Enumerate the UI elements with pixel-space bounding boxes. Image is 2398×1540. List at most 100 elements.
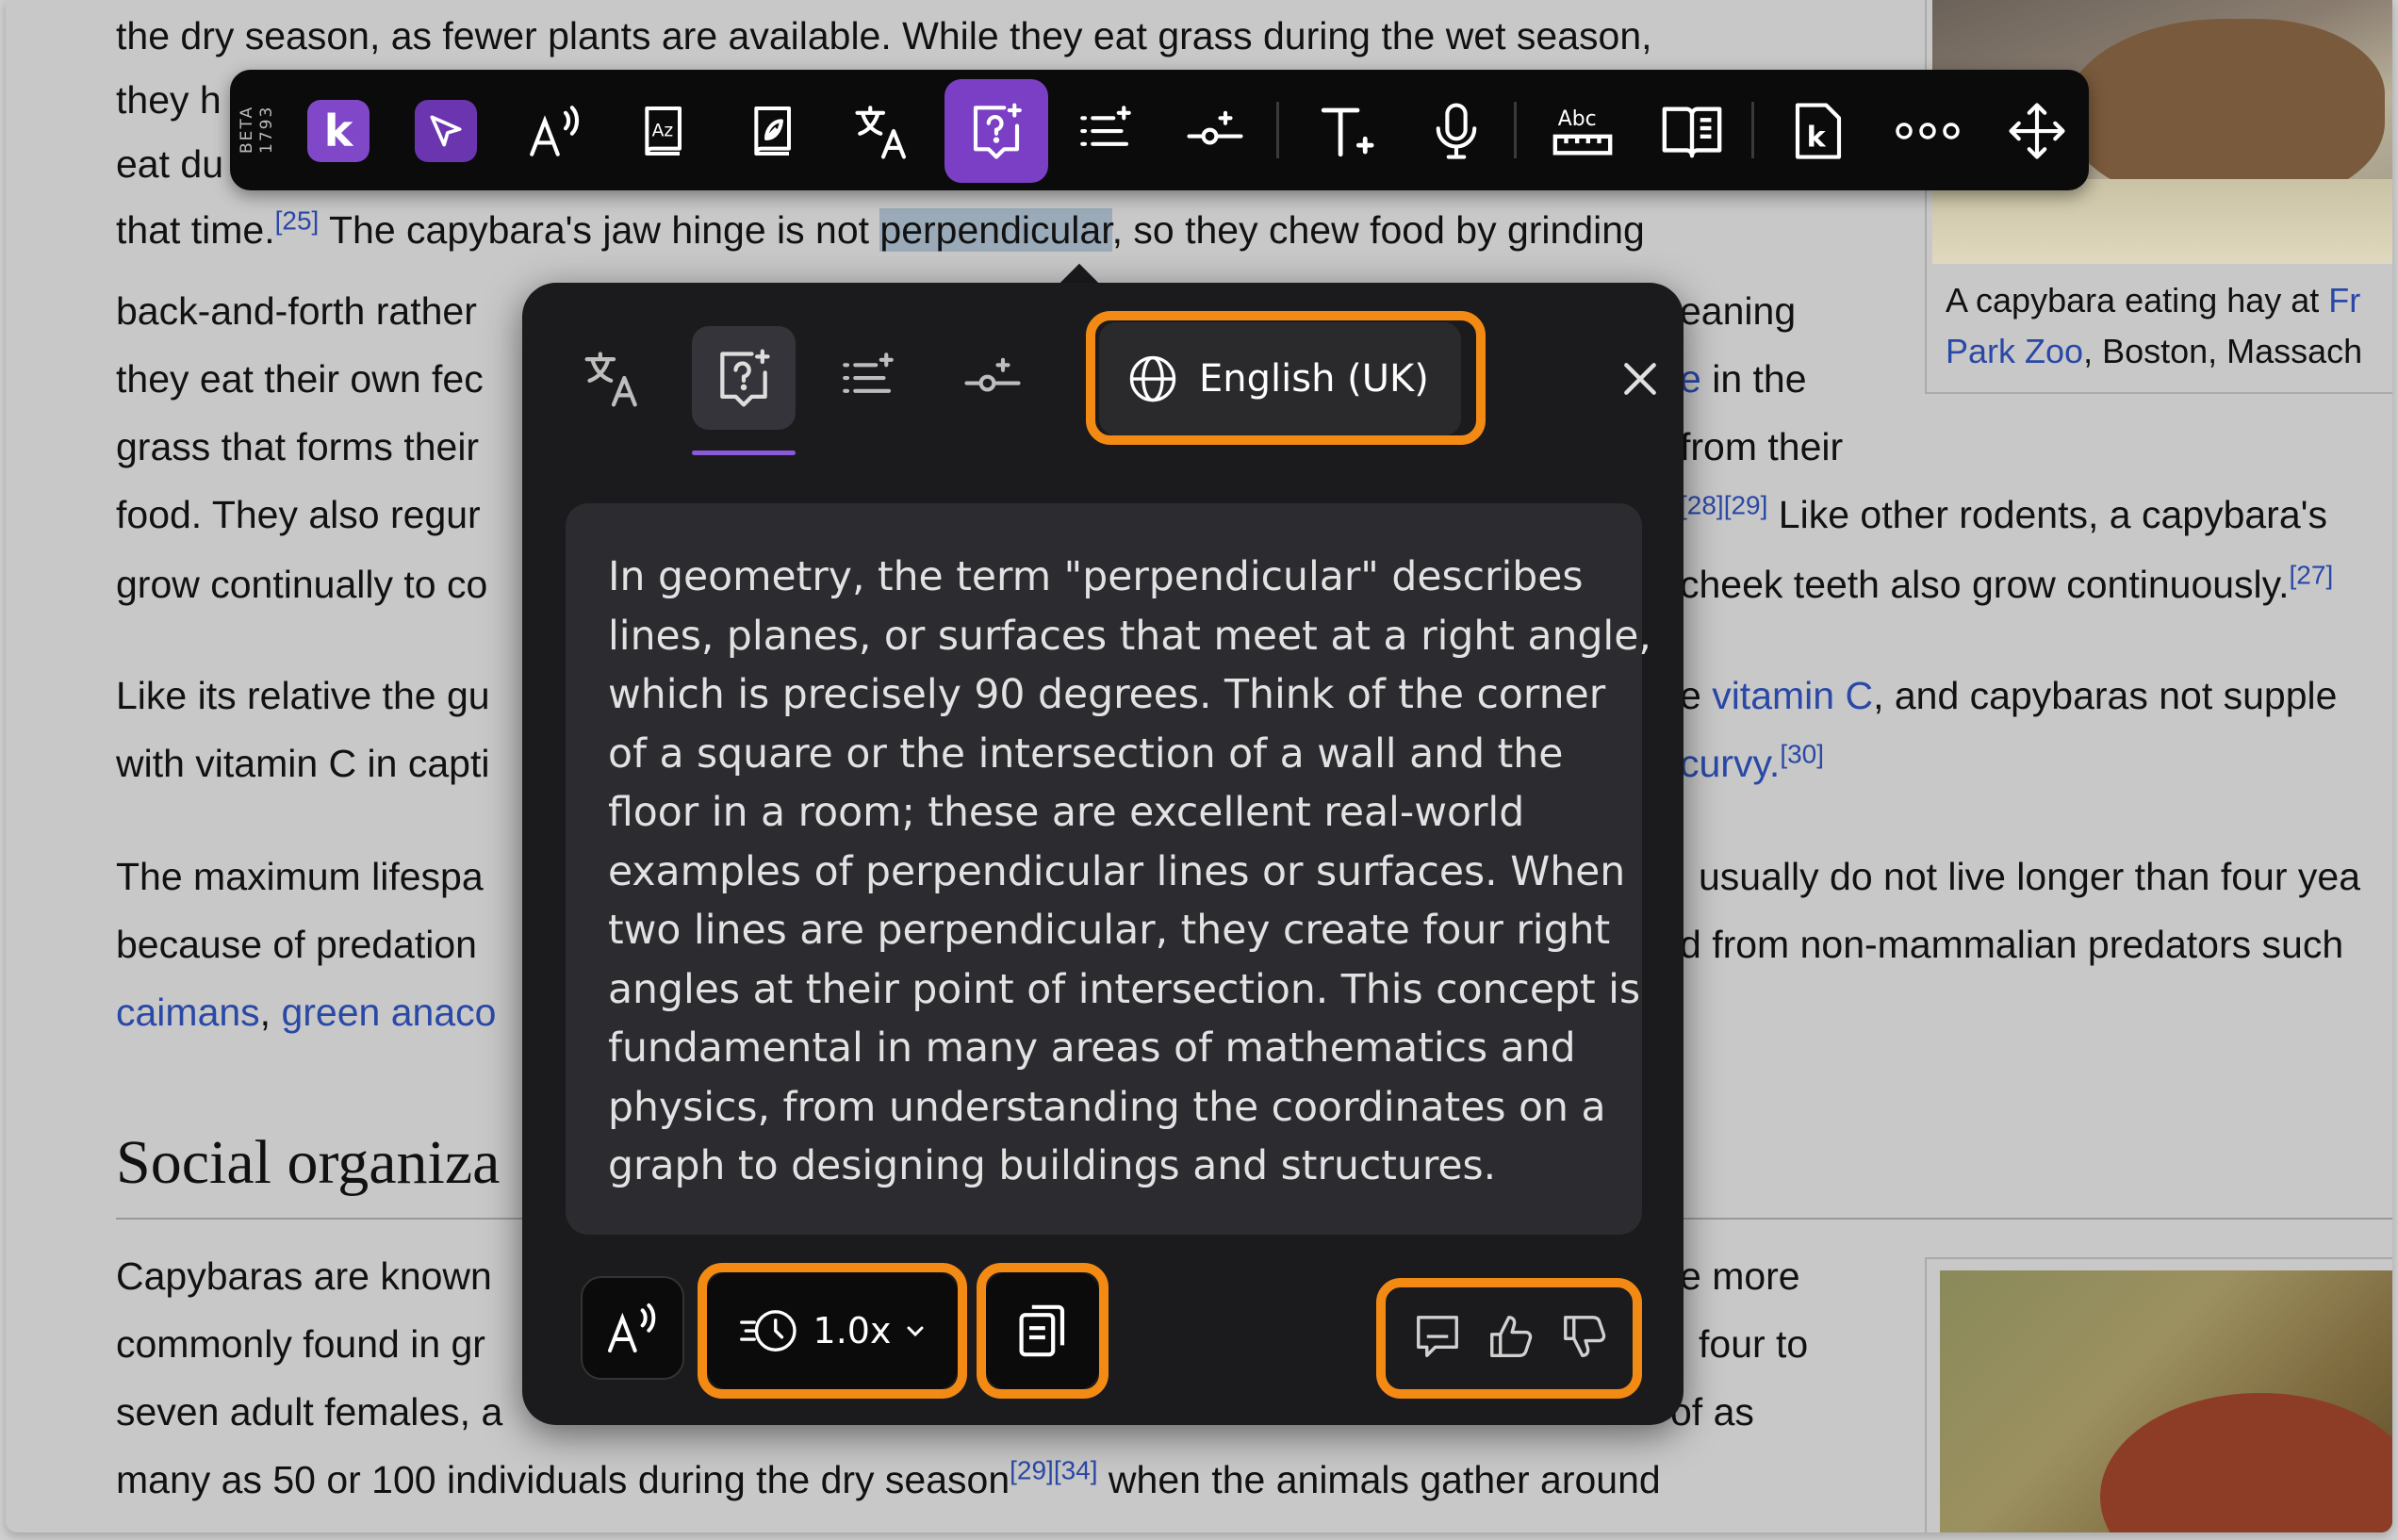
article-line: The maximum lifespa xyxy=(116,855,484,898)
citation-link[interactable]: [28][29] xyxy=(1680,490,1767,519)
tab-translate[interactable] xyxy=(562,326,665,430)
article-line: back-and-forth rather xyxy=(116,289,477,333)
caption-link[interactable]: Park Zoo xyxy=(1946,332,2083,370)
kurzweil-logo-icon: k xyxy=(307,100,370,162)
kurzweil-document-button[interactable]: k xyxy=(1766,79,1870,183)
article-line: caimans, green anaco xyxy=(116,991,497,1034)
article-line-tail: e in the xyxy=(1680,357,1807,401)
copy-icon xyxy=(1019,1304,1065,1357)
toolbar-separator xyxy=(1751,102,1754,158)
thumbs-down-icon xyxy=(1564,1315,1606,1357)
comment-icon xyxy=(1417,1315,1458,1357)
answer-line: lines, planes, or surfaces that meet at … xyxy=(608,613,1651,660)
reader-view-icon xyxy=(1662,106,1722,158)
ask-ai-icon xyxy=(973,103,1022,159)
svg-text:k: k xyxy=(1807,122,1827,155)
article-line-tail: e vitamin C, and capybaras not supple xyxy=(1680,674,2338,717)
summarize-icon xyxy=(843,352,894,393)
answer-line: physics, from understanding the coordina… xyxy=(608,1084,1606,1131)
article-line-tail: from their xyxy=(1680,425,1844,468)
more-options-button[interactable] xyxy=(1876,79,1979,183)
copy-answer-button[interactable] xyxy=(986,1272,1099,1389)
article-line-tail: [28][29] Like other rodents, a capybara'… xyxy=(1680,490,2327,536)
article-line: commonly found in gr xyxy=(116,1322,485,1366)
article-line-tail: usually do not live longer than four yea xyxy=(1699,855,2361,898)
citation-link[interactable]: [29][34] xyxy=(1010,1455,1097,1484)
spell-check-button[interactable]: Abc xyxy=(1531,79,1634,183)
article-line-tail: of as xyxy=(1670,1390,1754,1434)
select-cursor-icon xyxy=(415,100,477,162)
translate-button[interactable] xyxy=(831,79,935,183)
simplify-button[interactable] xyxy=(1163,79,1267,183)
toolbar-separator xyxy=(1276,102,1279,158)
capybara-image[interactable] xyxy=(1940,1270,2392,1532)
ask-ai-button[interactable] xyxy=(944,79,1048,183)
close-button[interactable] xyxy=(1612,351,1668,407)
article-line: food. They also regur xyxy=(116,493,481,536)
more-icon xyxy=(1896,123,1960,139)
read-answer-aloud-button[interactable] xyxy=(581,1276,684,1380)
answer-line: of a square or the intersection of a wal… xyxy=(608,730,1564,778)
image-caption: Park Zoo, Boston, Massach xyxy=(1946,332,2363,370)
citation-link[interactable]: [25] xyxy=(275,205,320,235)
playback-speed-selector[interactable]: 1.0x xyxy=(707,1272,958,1389)
kurzweil-logo-button[interactable]: k xyxy=(287,79,390,183)
language-label: English (UK) xyxy=(1199,357,1429,401)
dictionary-button[interactable]: Az xyxy=(613,79,716,183)
comment-button[interactable] xyxy=(1412,1311,1463,1367)
tab-ask-ai[interactable] xyxy=(692,326,796,430)
article-line: grow continually to co xyxy=(116,563,488,606)
article-line: that time.[25] The capybara's jaw hinge … xyxy=(116,205,1645,252)
summarize-icon xyxy=(1080,106,1131,146)
article-line: with vitamin C in capti xyxy=(116,742,490,785)
article-line: Like its relative the gu xyxy=(116,674,490,717)
article-line: many as 50 or 100 individuals during the… xyxy=(116,1455,1661,1501)
read-aloud-button[interactable] xyxy=(503,79,607,183)
article-line: eat du xyxy=(116,142,223,186)
article-link[interactable]: curvy. xyxy=(1680,742,1780,785)
text-style-button[interactable] xyxy=(1295,79,1399,183)
translate-icon xyxy=(584,352,637,407)
summarize-button[interactable] xyxy=(1054,79,1158,183)
citation-link[interactable]: [30] xyxy=(1780,739,1824,768)
article-line-tail: eaning xyxy=(1680,289,1797,333)
reader-view-button[interactable] xyxy=(1640,79,1744,183)
article-line-tail: curvy.[30] xyxy=(1680,741,1824,785)
chevron-down-icon xyxy=(907,1326,924,1337)
speed-clock-icon xyxy=(739,1310,797,1352)
article-line-tail: d from non-mammalian predators such xyxy=(1680,923,2344,966)
move-toolbar-handle[interactable] xyxy=(1985,79,2089,183)
reading-toolbar: BETA 1793 k Az Abc k xyxy=(230,70,2089,190)
article-line: seven adult females, a xyxy=(116,1390,503,1434)
dictation-button[interactable] xyxy=(1404,79,1508,183)
svg-text:Abc: Abc xyxy=(1558,107,1597,131)
article-line: they h xyxy=(116,78,222,122)
globe-icon xyxy=(1129,355,1176,402)
speed-value: 1.0x xyxy=(813,1310,892,1352)
ask-ai-icon xyxy=(720,349,770,407)
answer-line: fundamental in many areas of mathematics… xyxy=(608,1025,1576,1072)
selected-word[interactable]: perpendicular xyxy=(879,208,1112,252)
article-link[interactable]: caimans xyxy=(116,991,260,1034)
article-line-tail: cheek teeth also grow continuously.[27] xyxy=(1680,560,2334,606)
thumbs-down-button[interactable] xyxy=(1559,1311,1610,1367)
feedback-group xyxy=(1386,1291,1636,1385)
picture-dictionary-button[interactable] xyxy=(722,79,826,183)
toolbar-separator xyxy=(1514,102,1517,158)
active-tab-indicator xyxy=(692,451,796,455)
text-style-icon xyxy=(1321,107,1374,157)
thumbs-up-button[interactable] xyxy=(1486,1311,1536,1367)
citation-link[interactable]: [27] xyxy=(2290,560,2334,589)
answer-line: angles at their point of intersection. T… xyxy=(608,966,1641,1013)
caption-link[interactable]: Fr xyxy=(2328,281,2360,319)
tab-summarize[interactable] xyxy=(816,326,920,430)
thumbs-up-icon xyxy=(1490,1315,1533,1357)
read-aloud-icon xyxy=(608,1303,656,1352)
answer-line: two lines are perpendicular, they create… xyxy=(608,908,1611,954)
svg-text:Az: Az xyxy=(652,121,674,140)
article-link[interactable]: green anaco xyxy=(281,991,496,1034)
language-selector[interactable]: English (UK) xyxy=(1099,322,1461,435)
select-tool-button[interactable] xyxy=(394,79,498,183)
article-link[interactable]: vitamin C xyxy=(1712,674,1873,717)
tab-simplify[interactable] xyxy=(941,326,1044,430)
